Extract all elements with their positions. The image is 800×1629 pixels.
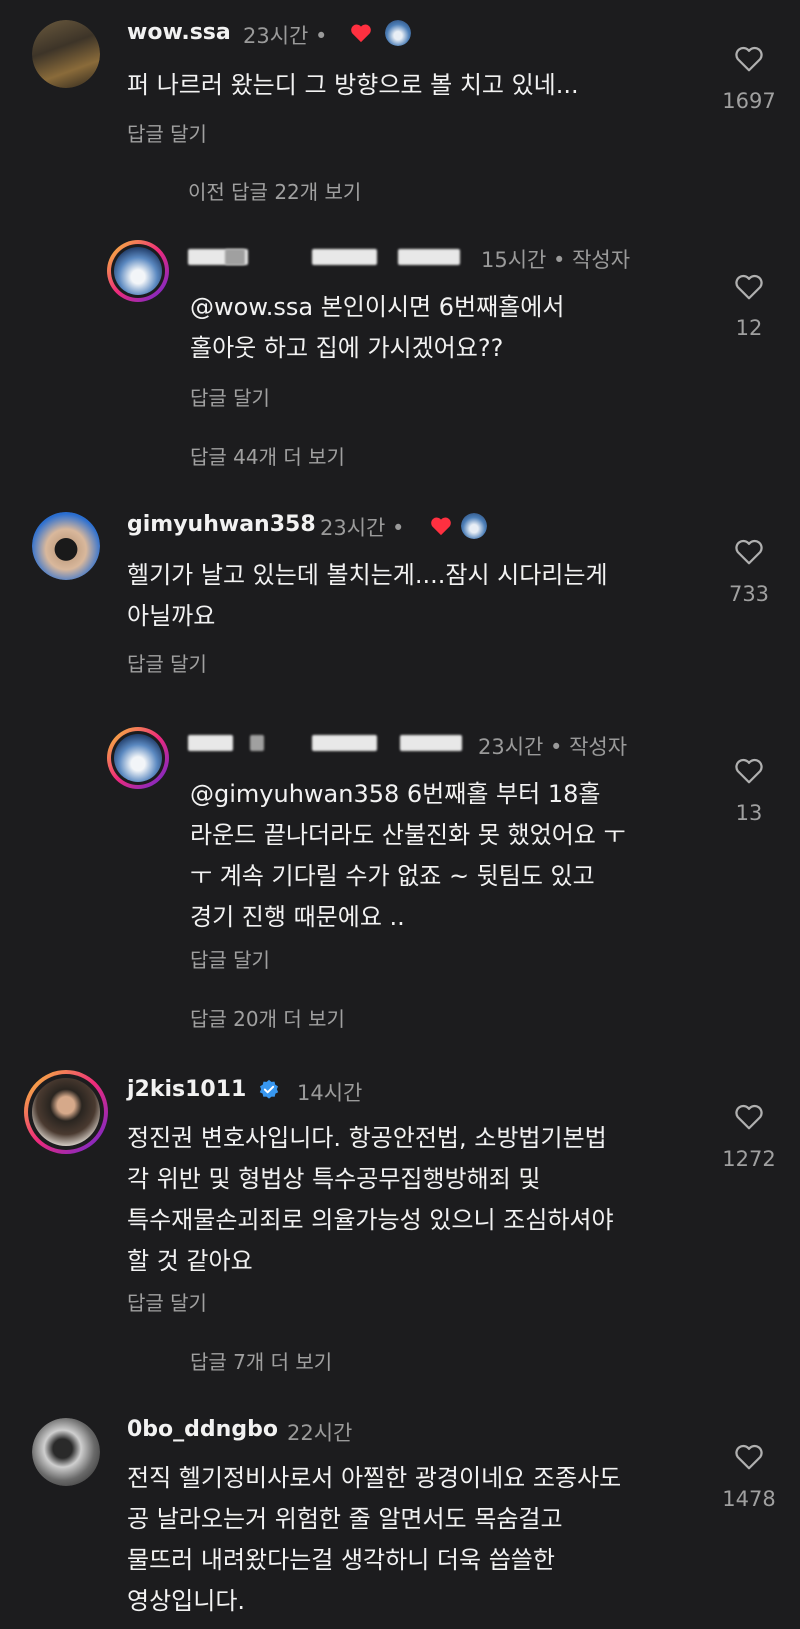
comment-time: 23시간 • bbox=[243, 24, 328, 48]
like-count: 1697 bbox=[722, 89, 776, 113]
like-count: 12 bbox=[735, 316, 763, 340]
reply-button[interactable]: 답글 달기 bbox=[127, 648, 207, 677]
comment-text: 전직 헬기정비사로서 아찔한 광경이네요 조종사도 공 날라오는거 위험한 줄 … bbox=[127, 1464, 622, 1615]
comment-time: 23시간 • 작성자 bbox=[478, 735, 628, 759]
reply-button[interactable]: 답글 달기 bbox=[127, 118, 207, 147]
comment-time: 15시간 • 작성자 bbox=[481, 248, 631, 272]
avatar[interactable] bbox=[32, 1418, 100, 1486]
comment-username[interactable]: wow.ssa bbox=[127, 20, 231, 45]
heart-outline-icon[interactable] bbox=[734, 757, 764, 785]
like-count: 1272 bbox=[722, 1147, 776, 1171]
comment-username[interactable]: gimyuhwan358 bbox=[127, 512, 316, 537]
reply-button[interactable]: 답글 달기 bbox=[190, 944, 270, 973]
creator-avatar-small bbox=[461, 513, 487, 539]
comment-text: 정진권 변호사입니다. 항공안전법, 소방법기본법 각 위반 및 형법상 특수공… bbox=[127, 1124, 614, 1275]
view-replies-button[interactable]: 이전 답글 22개 보기 bbox=[188, 176, 361, 205]
comment-time: 22시간 bbox=[287, 1421, 353, 1445]
comment-text: 퍼 나르러 왔는디 그 방향으로 볼 치고 있네... bbox=[127, 71, 579, 99]
verified-badge-icon bbox=[259, 1079, 279, 1099]
avatar[interactable] bbox=[32, 20, 100, 88]
heart-outline-icon[interactable] bbox=[734, 538, 764, 566]
avatar[interactable] bbox=[107, 240, 169, 302]
comment-time: 14시간 bbox=[297, 1081, 363, 1105]
view-replies-button[interactable]: 답글 20개 더 보기 bbox=[190, 1003, 345, 1032]
reply-button[interactable]: 답글 달기 bbox=[127, 1287, 207, 1316]
view-replies-button[interactable]: 답글 7개 더 보기 bbox=[190, 1346, 332, 1375]
red-heart-icon bbox=[431, 517, 451, 536]
creator-avatar-small bbox=[385, 20, 411, 46]
view-replies-button[interactable]: 답글 44개 더 보기 bbox=[190, 441, 345, 470]
heart-outline-icon[interactable] bbox=[734, 1443, 764, 1471]
comment-time: 23시간 • bbox=[320, 516, 405, 540]
comment-text: @gimyuhwan358 6번째홀 부터 18홀 라운드 끝나더라도 산불진화… bbox=[190, 780, 626, 931]
avatar[interactable] bbox=[107, 727, 169, 789]
like-count: 13 bbox=[735, 801, 763, 825]
heart-outline-icon[interactable] bbox=[734, 1103, 764, 1131]
heart-outline-icon[interactable] bbox=[734, 273, 764, 301]
like-count: 1478 bbox=[722, 1487, 776, 1511]
comment-text: @wow.ssa 본인이시면 6번째홀에서 홀아웃 하고 집에 가시겠어요?? bbox=[190, 293, 565, 362]
comment-text: 헬기가 날고 있는데 볼치는게....잠시 시다리는게 아닐까요 bbox=[127, 561, 608, 630]
like-count: 733 bbox=[728, 582, 770, 606]
heart-outline-icon[interactable] bbox=[734, 45, 764, 73]
red-heart-icon bbox=[351, 24, 371, 43]
avatar[interactable] bbox=[24, 1070, 108, 1154]
avatar[interactable] bbox=[32, 512, 100, 580]
comment-username[interactable]: j2kis1011 bbox=[127, 1077, 280, 1102]
comment-username[interactable]: 0bo_ddngbo bbox=[127, 1417, 278, 1442]
reply-button[interactable]: 답글 달기 bbox=[190, 382, 270, 411]
